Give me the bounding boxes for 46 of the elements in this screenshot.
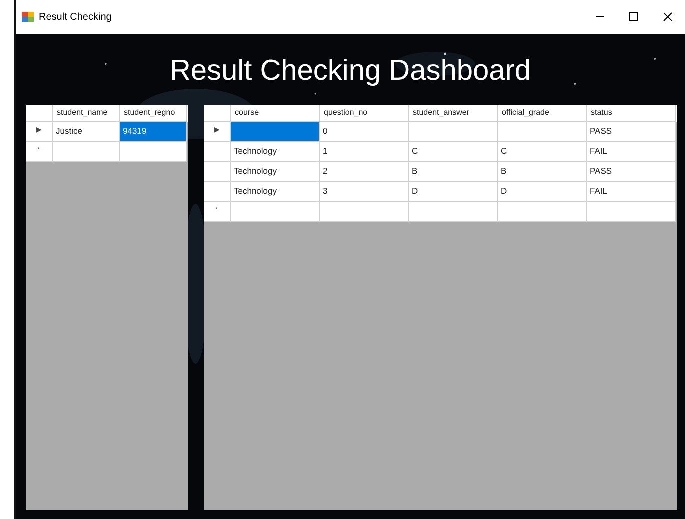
column-header[interactable]: student_answer — [409, 105, 498, 122]
corner-header — [26, 105, 53, 122]
table-cell[interactable]: FAIL — [587, 142, 676, 162]
window-title: Result Checking — [39, 10, 112, 24]
table-cell[interactable]: D — [498, 182, 587, 202]
table-cell[interactable]: Technology — [231, 162, 320, 182]
column-header[interactable]: course — [231, 105, 320, 122]
table-cell[interactable]: 3 — [320, 182, 409, 202]
table-cell[interactable] — [320, 202, 409, 222]
column-header[interactable]: official_grade — [498, 105, 587, 122]
table-cell[interactable]: 0 — [320, 122, 409, 142]
table-cell[interactable]: Justice — [53, 122, 120, 142]
table-cell[interactable]: Technology — [231, 142, 320, 162]
row-header[interactable] — [204, 142, 231, 162]
table-cell[interactable] — [498, 122, 587, 142]
table-cell[interactable]: C — [409, 142, 498, 162]
table-cell[interactable]: FAIL — [587, 182, 676, 202]
table-cell[interactable] — [53, 142, 120, 162]
table-cell[interactable]: PASS — [587, 122, 676, 142]
table-cell[interactable] — [231, 202, 320, 222]
table-cell[interactable] — [120, 142, 187, 162]
table-cell[interactable] — [498, 202, 587, 222]
close-icon — [663, 12, 673, 22]
dashboard-heading: Result Checking Dashboard — [170, 57, 532, 86]
table-cell[interactable] — [231, 122, 320, 142]
table-cell[interactable]: 1 — [320, 142, 409, 162]
row-header[interactable] — [204, 182, 231, 202]
table-cell[interactable] — [587, 202, 676, 222]
table-cell[interactable]: B — [498, 162, 587, 182]
table-cell[interactable] — [409, 122, 498, 142]
table-cell[interactable]: B — [409, 162, 498, 182]
table-cell[interactable] — [409, 202, 498, 222]
corner-header — [204, 105, 231, 122]
app-icon — [22, 11, 34, 23]
column-header[interactable]: status — [587, 105, 676, 122]
column-header[interactable]: question_no — [320, 105, 409, 122]
row-header[interactable] — [204, 162, 231, 182]
table-cell[interactable]: Technology — [231, 182, 320, 202]
table-cell[interactable]: 94319 — [120, 122, 187, 142]
table-cell[interactable]: D — [409, 182, 498, 202]
table-cell[interactable]: PASS — [587, 162, 676, 182]
maximize-icon — [629, 12, 639, 22]
column-header[interactable]: student_regno — [120, 105, 187, 122]
column-header[interactable]: student_name — [53, 105, 120, 122]
table-cell[interactable]: 2 — [320, 162, 409, 182]
table-cell[interactable]: C — [498, 142, 587, 162]
